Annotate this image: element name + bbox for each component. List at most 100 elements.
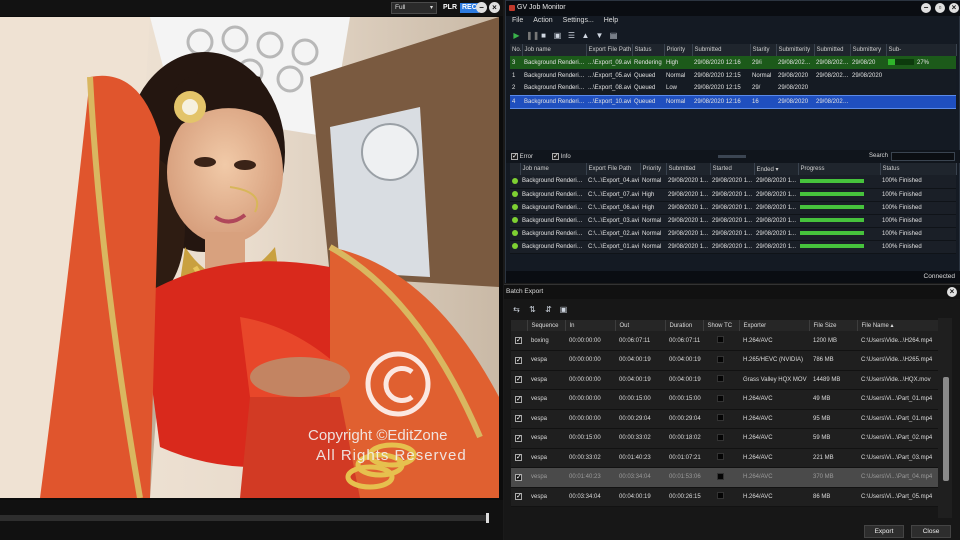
- row-checkbox[interactable]: [515, 356, 522, 364]
- info-checkbox[interactable]: [552, 152, 559, 160]
- menu-help[interactable]: Help: [604, 17, 618, 24]
- close-icon[interactable]: ×: [489, 2, 500, 13]
- col-export-path[interactable]: Export File Path: [586, 163, 641, 175]
- delete-icon[interactable]: ▣: [553, 31, 562, 40]
- batch-row[interactable]: vespa00:00:15:0000:00:33:0200:00:18:02 H.…: [511, 428, 941, 449]
- show-tc-checkbox[interactable]: [717, 492, 724, 500]
- col-in[interactable]: In: [565, 320, 616, 331]
- job-row[interactable]: 3 Background Rendering... ...\Export_09.av…: [510, 56, 956, 69]
- arrow-down-icon[interactable]: ▼: [595, 31, 604, 40]
- history-row[interactable]: Background Rendering... C:\...\Export_07.…: [510, 188, 956, 202]
- show-tc-checkbox[interactable]: [717, 453, 724, 461]
- col-submittery[interactable]: Submittery: [850, 44, 887, 56]
- col-sequence[interactable]: Sequence: [527, 320, 566, 331]
- col-file-size[interactable]: File Size: [809, 320, 858, 331]
- col-export-path[interactable]: Export File Path: [586, 44, 633, 56]
- col-no[interactable]: No.: [510, 44, 523, 56]
- col-status[interactable]: Status: [632, 44, 665, 56]
- col-sub[interactable]: Sub-: [886, 44, 957, 56]
- col-duration[interactable]: Duration: [665, 320, 704, 331]
- show-tc-checkbox[interactable]: [717, 375, 724, 383]
- col-out[interactable]: Out: [615, 320, 666, 331]
- show-tc-checkbox[interactable]: [717, 336, 724, 343]
- show-tc-checkbox[interactable]: [717, 355, 724, 363]
- error-filter[interactable]: Error: [511, 152, 533, 160]
- row-checkbox[interactable]: [515, 375, 522, 384]
- row-checkbox[interactable]: [515, 453, 522, 462]
- maximize-icon[interactable]: ▫: [935, 3, 945, 13]
- batch-row[interactable]: vespa00:00:00:0000:00:29:0400:00:29:04H.…: [511, 409, 941, 429]
- row-checkbox[interactable]: [515, 336, 522, 344]
- play-icon[interactable]: ▶: [512, 31, 521, 40]
- job-row[interactable]: 1 Background Rendering... ...\Export_05.av…: [510, 69, 956, 82]
- batch-row[interactable]: vespa00:00:00:0000:04:00:1900:04:00:19Gr…: [511, 370, 941, 390]
- minimize-icon[interactable]: −: [476, 2, 487, 13]
- history-row[interactable]: Background Rendering... C:\...\Export_01.…: [510, 240, 956, 254]
- col-progress[interactable]: Progress: [798, 163, 881, 175]
- sort-icon[interactable]: ⇵: [544, 305, 553, 314]
- col-starity[interactable]: Starity: [750, 44, 777, 56]
- history-row[interactable]: Background Rendering... C:\...\Export_04.…: [510, 175, 956, 189]
- row-checkbox[interactable]: [515, 395, 522, 403]
- history-row[interactable]: Background Rendering... C:\...\Export_03.…: [510, 214, 956, 228]
- col-file-name[interactable]: File Name ▴: [857, 320, 942, 331]
- delete-icon[interactable]: ▣: [559, 305, 568, 314]
- job-row[interactable]: 4 Background Rendering... ...\Export_10.av…: [510, 94, 956, 109]
- history-row[interactable]: Background Rendering... C:\...\Export_06.…: [510, 201, 956, 215]
- stop-icon[interactable]: ■: [539, 31, 548, 40]
- edit-icon[interactable]: ⇅: [528, 305, 537, 314]
- col-submitted-2[interactable]: Submitted: [814, 44, 851, 56]
- col-job-name[interactable]: Job name: [520, 163, 587, 175]
- row-checkbox[interactable]: [515, 434, 522, 442]
- col-status[interactable]: Status: [880, 163, 957, 175]
- show-tc-checkbox[interactable]: [717, 472, 724, 480]
- row-checkbox[interactable]: [515, 414, 522, 423]
- batch-row[interactable]: vespa00:03:34:0400:04:00:1900:00:26:15 H.…: [511, 487, 941, 507]
- splitter-handle[interactable]: [718, 155, 746, 158]
- col-submitted[interactable]: Submitted: [692, 44, 751, 56]
- col-submitted[interactable]: Submitted: [666, 163, 711, 175]
- pause-icon[interactable]: ❚❚: [526, 31, 539, 40]
- plr-label[interactable]: PLR: [443, 2, 457, 14]
- show-tc-checkbox[interactable]: [717, 433, 724, 441]
- briefcase-icon[interactable]: ▤: [609, 31, 618, 40]
- close-button[interactable]: Close: [911, 525, 951, 538]
- minimize-icon[interactable]: −: [921, 3, 931, 13]
- batch-scrollbar-thumb[interactable]: [943, 377, 949, 481]
- col-submitterity[interactable]: Submitterity: [776, 44, 815, 56]
- menu-settings[interactable]: Settings...: [563, 17, 594, 24]
- batch-row[interactable]: vespa00:01:40:2300:03:34:0400:01:53:06 H.…: [511, 467, 941, 488]
- job-row[interactable]: 2 Background Rendering... ...\Export_08.av…: [510, 82, 956, 95]
- show-tc-checkbox[interactable]: [717, 394, 724, 402]
- add-sequence-icon[interactable]: ⇆: [512, 305, 521, 314]
- batch-row[interactable]: boxing00:00:00:0000:06:07:1100:06:07:11H…: [511, 331, 941, 351]
- info-filter[interactable]: Info: [552, 152, 571, 160]
- col-started[interactable]: Started: [710, 163, 755, 175]
- zoom-select[interactable]: Full ▾: [391, 2, 437, 14]
- row-checkbox[interactable]: [515, 492, 522, 501]
- batch-row[interactable]: vespa00:00:00:0000:00:15:0000:00:15:00H.…: [511, 389, 941, 410]
- col-exporter[interactable]: Exporter: [739, 320, 810, 331]
- col-job-name[interactable]: Job name: [522, 44, 587, 56]
- row-checkbox[interactable]: [515, 473, 522, 481]
- show-tc-checkbox[interactable]: [717, 414, 724, 422]
- menu-action[interactable]: Action: [533, 17, 552, 24]
- menu-file[interactable]: File: [512, 17, 523, 24]
- col-show-tc[interactable]: Show TC: [703, 320, 740, 331]
- col-ended[interactable]: Ended ▾: [754, 163, 799, 175]
- list-icon[interactable]: ☰: [567, 31, 576, 40]
- history-row[interactable]: Background Rendering... C:\...\Export_02.…: [510, 227, 956, 241]
- close-icon[interactable]: ×: [949, 3, 959, 13]
- close-icon[interactable]: ×: [947, 287, 957, 297]
- scrub-bar[interactable]: [0, 515, 488, 521]
- search-input[interactable]: [891, 152, 955, 161]
- col-priority[interactable]: Priority: [664, 44, 693, 56]
- error-checkbox[interactable]: [511, 152, 518, 160]
- export-button[interactable]: Export: [864, 525, 904, 538]
- batch-row[interactable]: vespa00:00:33:0200:01:40:2300:01:07:21 H.…: [511, 448, 941, 468]
- scrub-handle[interactable]: [486, 513, 489, 523]
- batch-row[interactable]: vespa00:00:00:0000:04:00:1900:04:00:19H.…: [511, 350, 941, 371]
- col-priority[interactable]: Priority: [640, 163, 667, 175]
- arrow-up-icon[interactable]: ▲: [581, 31, 590, 40]
- batch-export-table: Sequence In Out Duration Show TC Exporte…: [511, 320, 942, 507]
